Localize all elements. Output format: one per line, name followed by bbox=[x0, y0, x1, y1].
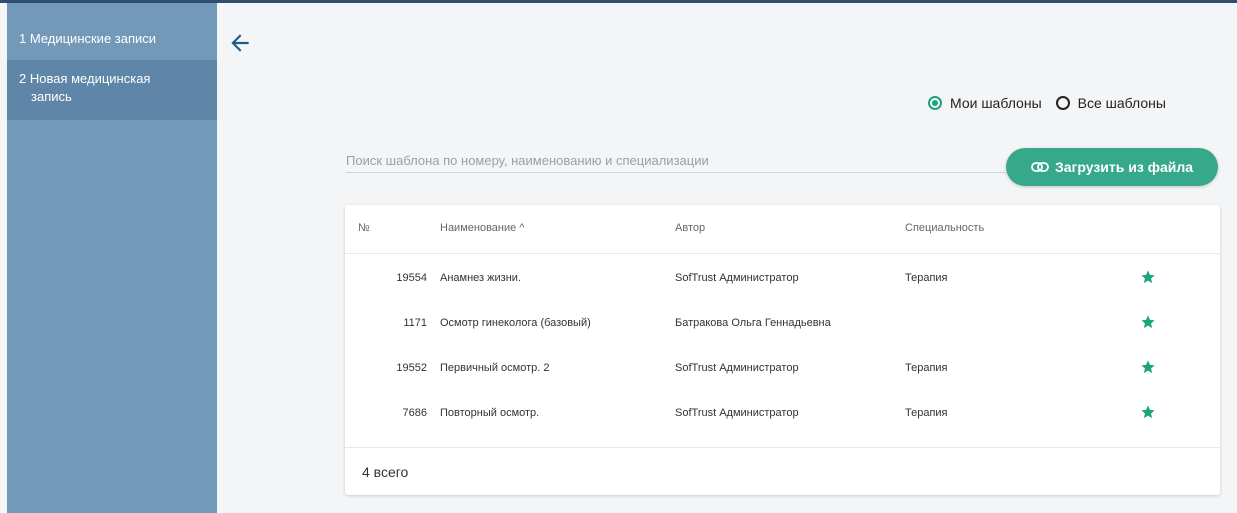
table-header: № Наименование ^ Автор Специальность bbox=[345, 205, 1220, 254]
sidebar-item-medical-records[interactable]: 1 Медицинские записи bbox=[7, 30, 217, 48]
row-author: SofTrust Администратор bbox=[675, 272, 799, 284]
row-number: 19552 bbox=[396, 362, 427, 374]
row-number: 7686 bbox=[402, 407, 427, 419]
sidebar-item-new-record-line2: запись bbox=[31, 89, 72, 104]
sidebar-item-new-record-block: 2 Новая медицинская запись bbox=[7, 60, 217, 120]
star-icon[interactable] bbox=[1140, 359, 1156, 375]
table-row[interactable]: 19554 Анамнез жизни. SofTrust Администра… bbox=[345, 260, 1220, 298]
upload-from-file-button[interactable]: Загрузить из файла bbox=[1006, 148, 1218, 186]
radio-checked-icon bbox=[928, 96, 942, 110]
sidebar: 1 Медицинские записи 2 Новая медицинская… bbox=[7, 3, 217, 513]
radio-my-templates-label: Мои шаблоны bbox=[950, 95, 1042, 111]
row-author: SofTrust Администратор bbox=[675, 407, 799, 419]
column-specialty[interactable]: Специальность bbox=[905, 222, 984, 234]
row-author: SofTrust Администратор bbox=[675, 362, 799, 374]
table-row[interactable]: 1171 Осмотр гинеколога (базовый) Батрако… bbox=[345, 305, 1220, 343]
radio-my-templates[interactable]: Мои шаблоны bbox=[928, 95, 1042, 111]
templates-table: № Наименование ^ Автор Специальность 195… bbox=[345, 205, 1220, 495]
row-specialty: Терапия bbox=[905, 362, 948, 374]
row-author: Батракова Ольга Геннадьевна bbox=[675, 317, 831, 329]
row-name: Повторный осмотр. bbox=[440, 407, 540, 419]
row-number: 1171 bbox=[403, 317, 427, 329]
column-number[interactable]: № bbox=[358, 222, 370, 234]
radio-unchecked-icon bbox=[1055, 96, 1070, 110]
table-footer: 4 всего bbox=[345, 447, 1220, 496]
upload-from-file-label: Загрузить из файла bbox=[1054, 159, 1194, 175]
row-specialty: Терапия bbox=[905, 272, 948, 284]
column-name[interactable]: Наименование ^ bbox=[440, 222, 524, 234]
radio-all-templates-label: Все шаблоны bbox=[1077, 95, 1166, 111]
table-row[interactable]: 7686 Повторный осмотр. SofTrust Админист… bbox=[345, 395, 1220, 433]
sidebar-item-new-record-line1: 2 Новая медицинская bbox=[19, 71, 151, 86]
row-name: Осмотр гинеколога (базовый) bbox=[440, 317, 591, 329]
star-icon[interactable] bbox=[1140, 314, 1156, 330]
star-icon[interactable] bbox=[1140, 404, 1156, 420]
template-search-input[interactable] bbox=[346, 148, 1006, 173]
radio-all-templates[interactable]: Все шаблоны bbox=[1055, 95, 1166, 111]
star-icon[interactable] bbox=[1140, 269, 1156, 285]
row-name: Анамнез жизни. bbox=[440, 272, 521, 284]
link-icon bbox=[1031, 162, 1049, 172]
total-count: 4 всего bbox=[362, 464, 409, 480]
back-arrow-icon[interactable] bbox=[227, 30, 253, 56]
table-row[interactable]: 19552 Первичный осмотр. 2 SofTrust Админ… bbox=[345, 350, 1220, 388]
sidebar-item-new-record[interactable]: 2 Новая медицинская запись bbox=[7, 70, 217, 106]
column-author[interactable]: Автор bbox=[675, 222, 705, 234]
row-number: 19554 bbox=[396, 272, 427, 284]
template-filter: Мои шаблоны Все шаблоны bbox=[928, 92, 1166, 114]
row-name: Первичный осмотр. 2 bbox=[440, 362, 550, 374]
row-specialty: Терапия bbox=[905, 407, 948, 419]
